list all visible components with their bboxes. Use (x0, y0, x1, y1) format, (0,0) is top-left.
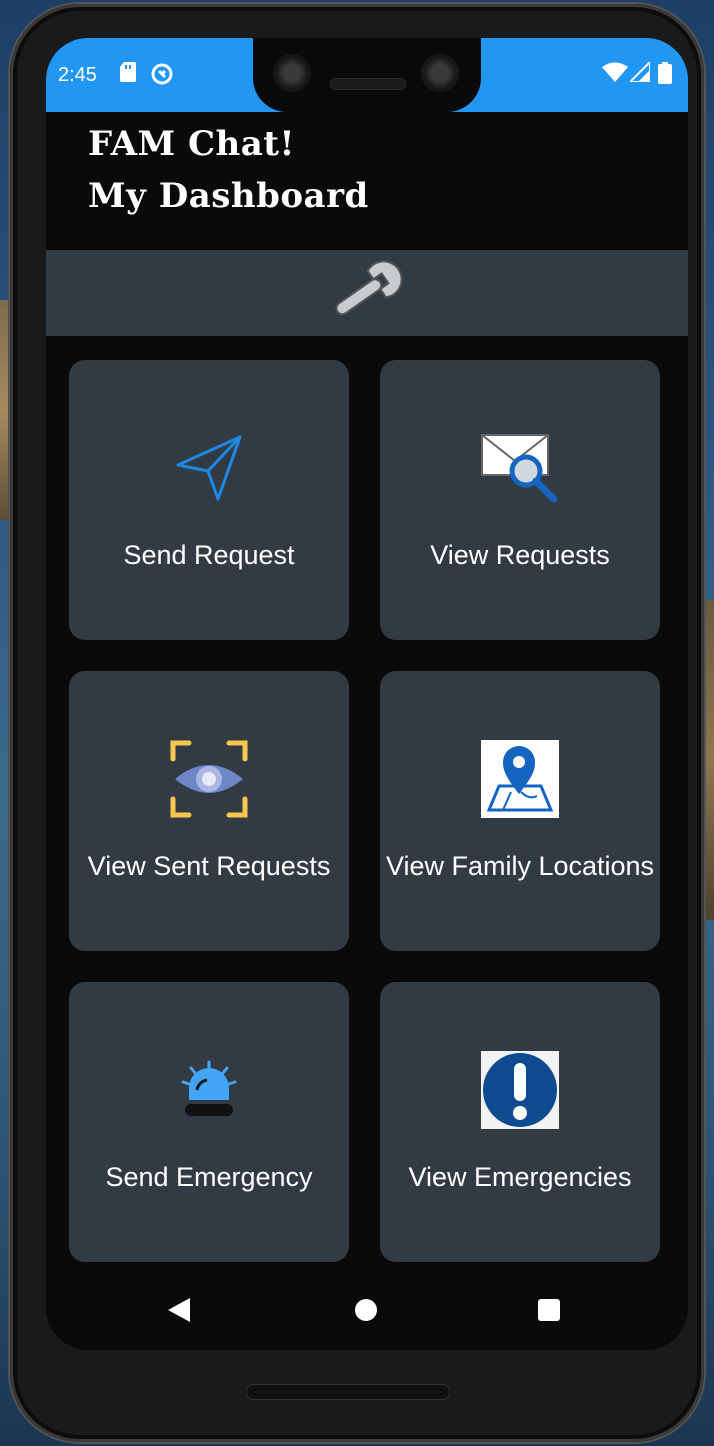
navigation-bar (46, 1278, 688, 1350)
camera-notch (253, 38, 481, 112)
send-icon (69, 428, 349, 508)
sync-icon (150, 62, 174, 91)
dashboard-title: My Dashboard (88, 176, 369, 216)
wrench-icon[interactable] (327, 260, 407, 326)
status-bar: 2:45 (46, 38, 688, 112)
screen: 2:45 FAM Chat! My Dashboard Send Request… (46, 38, 688, 1350)
sd-card-icon (120, 62, 136, 87)
tile-label: Send Request (123, 540, 295, 570)
view-requests-tile[interactable]: View Requests (380, 360, 660, 640)
map-pin-icon (380, 739, 660, 819)
status-time: 2:45 (58, 64, 97, 86)
tile-label: View Family Locations (385, 851, 655, 881)
view-family-locations-tile[interactable]: View Family Locations (380, 671, 660, 951)
recent-apps-icon[interactable] (538, 1299, 560, 1321)
earpiece-speaker (330, 78, 406, 90)
front-camera-right (421, 54, 459, 92)
tile-label: View Emergencies (408, 1162, 632, 1192)
exclamation-icon (380, 1050, 660, 1130)
bottom-speaker (246, 1384, 450, 1400)
settings-bar[interactable] (46, 250, 688, 336)
eye-scan-icon (69, 739, 349, 819)
tile-label: View Requests (430, 540, 610, 570)
send-request-tile[interactable]: Send Request (69, 360, 349, 640)
view-sent-requests-tile[interactable]: View Sent Requests (69, 671, 349, 951)
front-camera-left (273, 54, 311, 92)
back-icon[interactable] (168, 1298, 190, 1322)
send-emergency-tile[interactable]: Send Emergency (69, 982, 349, 1262)
page-title: FAM Chat! My Dashboard (88, 118, 369, 222)
tile-label: Send Emergency (105, 1162, 313, 1192)
envelope-search-icon (380, 428, 660, 508)
tile-label: View Sent Requests (87, 851, 331, 881)
siren-icon (69, 1050, 349, 1130)
view-emergencies-tile[interactable]: View Emergencies (380, 982, 660, 1262)
home-icon[interactable] (355, 1299, 377, 1321)
signal-icon (627, 59, 651, 87)
app-name: FAM Chat! (88, 124, 295, 164)
wifi-icon (602, 62, 628, 87)
battery-icon (658, 62, 672, 89)
phone-frame: 2:45 FAM Chat! My Dashboard Send Request… (10, 4, 704, 1442)
